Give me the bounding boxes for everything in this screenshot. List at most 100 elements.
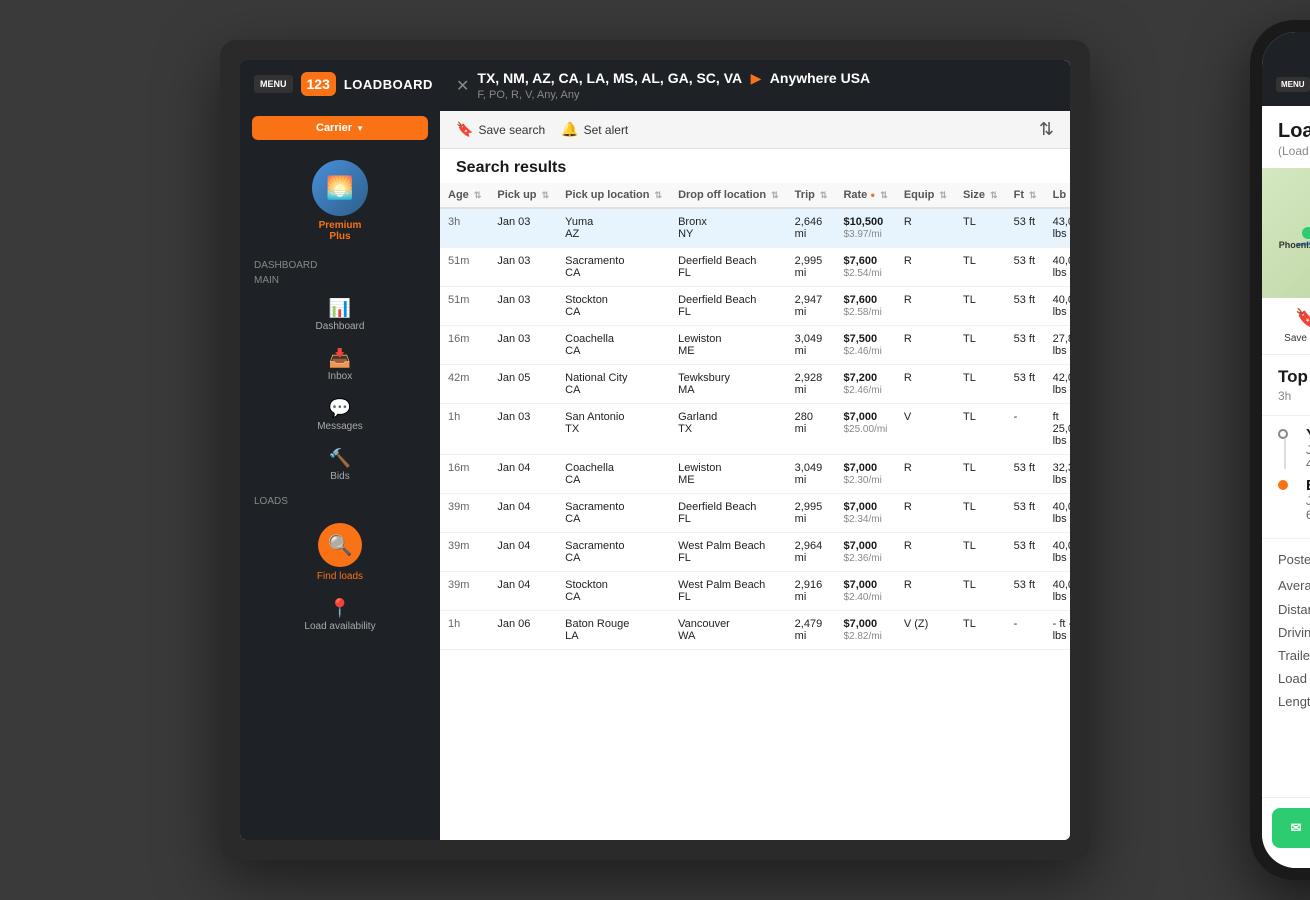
save-load-icon: 🔖 bbox=[1295, 308, 1310, 329]
cell-age: 16m bbox=[440, 326, 489, 365]
cell-trip: 2,479 mi bbox=[787, 611, 836, 650]
table-row[interactable]: 39m Jan 04 SacramentoCA West Palm BeachF… bbox=[440, 533, 1070, 572]
cell-pickup: Jan 03 bbox=[489, 287, 557, 326]
cell-size: TL bbox=[955, 533, 1006, 572]
email-button[interactable]: ✉ bbox=[1272, 808, 1310, 848]
action-save-load[interactable]: 🔖 Save load bbox=[1284, 308, 1310, 344]
cell-pickup-loc: StocktonCA bbox=[557, 287, 670, 326]
col-equip: Equip ⇅ bbox=[896, 183, 955, 208]
set-alert-icon: 🔔 bbox=[561, 121, 578, 138]
set-alert-button[interactable]: 🔔 Set alert bbox=[561, 121, 628, 138]
cell-equip: R bbox=[896, 533, 955, 572]
cell-rate: $7,600$2.58/mi bbox=[835, 287, 895, 326]
cell-dropoff-loc: TewksburyMA bbox=[670, 365, 787, 404]
origin-time: 4:00 PM bbox=[1306, 457, 1310, 471]
cell-ft: - bbox=[1006, 404, 1045, 455]
col-pickup: Pick up ⇅ bbox=[489, 183, 557, 208]
messages-icon: 💬 bbox=[329, 398, 351, 419]
find-loads-icon: 🔍 bbox=[318, 523, 362, 567]
cell-pickup-loc: National CityCA bbox=[557, 365, 670, 404]
cell-size: TL bbox=[955, 287, 1006, 326]
table-row[interactable]: 1h Jan 06 Baton RougeLA VancouverWA 2,47… bbox=[440, 611, 1070, 650]
table-row[interactable]: 39m Jan 04 SacramentoCA Deerfield BeachF… bbox=[440, 494, 1070, 533]
cell-ft: 53 ft bbox=[1006, 248, 1045, 287]
laptop-mockup: MENU 123 LOADBOARD Carrier ▼ 🌅 Premium P… bbox=[220, 40, 1090, 860]
col-size: Size ⇅ bbox=[955, 183, 1006, 208]
sidebar-item-bids[interactable]: 🔨 Bids bbox=[240, 440, 440, 490]
clear-search-button[interactable]: ✕ bbox=[456, 76, 469, 96]
cell-equip: R bbox=[896, 208, 955, 248]
table-row[interactable]: 39m Jan 04 StocktonCA West Palm BeachFL … bbox=[440, 572, 1070, 611]
cell-trip: 3,049 mi bbox=[787, 326, 836, 365]
sidebar-item-load-availability[interactable]: 📍 Load availability bbox=[240, 590, 440, 640]
col-lb: Lb ⇅ bbox=[1045, 183, 1070, 208]
cell-rate: $7,600$2.54/mi bbox=[835, 248, 895, 287]
table-body: 3h Jan 03 YumaAZ BronxNY 2,646 mi $10,50… bbox=[440, 208, 1070, 650]
load-details-panel[interactable]: Load details (Load available) ✕ ⋮ ⊕ Phoe… bbox=[1262, 106, 1310, 797]
table-row[interactable]: 16m Jan 04 CoachellaCA LewistonME 3,049 … bbox=[440, 455, 1070, 494]
cell-age: 51m bbox=[440, 287, 489, 326]
table-row[interactable]: 51m Jan 03 StocktonCA Deerfield BeachFL … bbox=[440, 287, 1070, 326]
cell-lb: 40,000 lbs bbox=[1045, 572, 1070, 611]
cell-pickup: Jan 03 bbox=[489, 248, 557, 287]
cell-dropoff-loc: VancouverWA bbox=[670, 611, 787, 650]
avatar-section: 🌅 Premium Plus bbox=[240, 148, 440, 254]
save-search-icon: 🔖 bbox=[456, 121, 473, 138]
cell-dropoff-loc: BronxNY bbox=[670, 208, 787, 248]
sidebar-item-inbox[interactable]: 📥 Inbox bbox=[240, 340, 440, 390]
results-table[interactable]: Age ⇅ Pick up ⇅ Pick up location ⇅ Drop … bbox=[440, 183, 1070, 840]
logo-text: LOADBOARD bbox=[344, 77, 433, 92]
cell-equip: R bbox=[896, 455, 955, 494]
col-ft: Ft ⇅ bbox=[1006, 183, 1045, 208]
cell-trip: 2,646 mi bbox=[787, 208, 836, 248]
menu-button[interactable]: MENU bbox=[254, 75, 293, 93]
cell-equip: R bbox=[896, 287, 955, 326]
results-header: Search results bbox=[440, 149, 1070, 183]
origin-row: Yuma, AZ Jan 3 4:00 PM bbox=[1278, 426, 1310, 471]
cell-lb: 40,000 lbs bbox=[1045, 287, 1070, 326]
cell-rate: $7,000$2.40/mi bbox=[835, 572, 895, 611]
table-row[interactable]: 3h Jan 03 YumaAZ BronxNY 2,646 mi $10,50… bbox=[440, 208, 1070, 248]
sidebar-item-find-loads[interactable]: 🔍 Find loads bbox=[240, 511, 440, 590]
save-search-button[interactable]: 🔖 Save search bbox=[456, 121, 545, 138]
table-row[interactable]: 42m Jan 05 National CityCA TewksburyMA 2… bbox=[440, 365, 1070, 404]
col-trip: Trip ⇅ bbox=[787, 183, 836, 208]
map-container: ⊕ Phoenix Denver Chicago New York bbox=[1262, 168, 1310, 298]
company-age: 3h bbox=[1278, 389, 1310, 403]
cell-pickup: Jan 06 bbox=[489, 611, 557, 650]
dashboard-icon: 📊 bbox=[329, 298, 351, 319]
cell-trip: 2,995 mi bbox=[787, 248, 836, 287]
destination-row: Bronx, NY Jan 8 6:00 AM bbox=[1278, 477, 1310, 522]
cell-lb: 27,830 lbs bbox=[1045, 326, 1070, 365]
cell-rate: $7,000$2.34/mi bbox=[835, 494, 895, 533]
phone-menu-button[interactable]: MENU bbox=[1276, 77, 1310, 92]
search-filters: F, PO, R, V, Any, Any bbox=[477, 89, 870, 101]
set-alert-label: Set alert bbox=[584, 123, 629, 137]
sidebar-item-dashboard[interactable]: 📊 Dashboard bbox=[240, 290, 440, 340]
cell-ft: - bbox=[1006, 611, 1045, 650]
logo-box: 123 bbox=[301, 72, 336, 96]
cell-dropoff-loc: LewistonME bbox=[670, 455, 787, 494]
sort-button[interactable]: ⇅ bbox=[1039, 119, 1054, 140]
cell-rate: $7,000$2.82/mi bbox=[835, 611, 895, 650]
length-row: Length 53 ft bbox=[1278, 694, 1310, 709]
cell-pickup-loc: SacramentoCA bbox=[557, 248, 670, 287]
table-row[interactable]: 1h Jan 03 San AntonioTX GarlandTX 280 mi… bbox=[440, 404, 1070, 455]
avg-rate-row: Average rate $7,214.36 $2.73/mi bbox=[1278, 577, 1310, 594]
table-row[interactable]: 51m Jan 03 SacramentoCA Deerfield BeachF… bbox=[440, 248, 1070, 287]
sidebar-item-messages[interactable]: 💬 Messages bbox=[240, 390, 440, 440]
cell-pickup: Jan 05 bbox=[489, 365, 557, 404]
load-details-title: Load details bbox=[1278, 120, 1310, 143]
phone-screen: MENU 123 LOADBOARD ⬜ ▶ Load details (Loa… bbox=[1262, 32, 1310, 868]
cell-pickup: Jan 03 bbox=[489, 404, 557, 455]
cell-ft: 53 ft bbox=[1006, 287, 1045, 326]
carrier-button[interactable]: Carrier ▼ bbox=[252, 116, 428, 140]
load-details-subtitle: (Load available) bbox=[1278, 144, 1310, 158]
cell-pickup-loc: YumaAZ bbox=[557, 208, 670, 248]
table-row[interactable]: 16m Jan 03 CoachellaCA LewistonME 3,049 … bbox=[440, 326, 1070, 365]
avg-rate-label: Average rate bbox=[1278, 578, 1310, 593]
sidebar-section-loads: Loads bbox=[240, 490, 440, 511]
cell-trip: 2,995 mi bbox=[787, 494, 836, 533]
search-route-info: TX, NM, AZ, CA, LA, MS, AL, GA, SC, VA ▶… bbox=[477, 70, 870, 101]
cell-equip: V bbox=[896, 404, 955, 455]
